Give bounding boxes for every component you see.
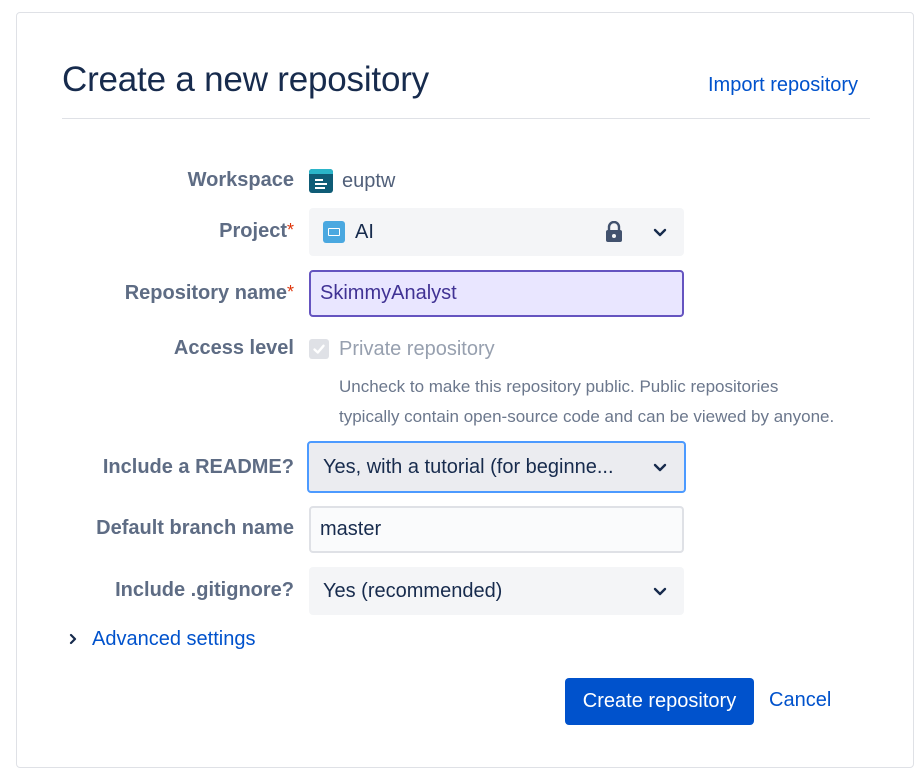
page-title: Create a new repository [62,60,429,99]
workspace-value: euptw [309,168,395,194]
default-branch-input[interactable] [309,506,684,553]
chevron-right-icon [69,633,77,645]
private-repository-label: Private repository [339,337,495,360]
folder-icon [323,221,345,243]
create-repository-button[interactable]: Create repository [565,678,754,725]
gitignore-select[interactable]: Yes (recommended) [309,567,684,615]
access-level-label: Access level [173,337,294,359]
gitignore-label: Include .gitignore? [115,579,294,601]
cancel-button[interactable]: Cancel [769,689,831,712]
chevron-down-icon [653,587,667,596]
private-repository-checkbox[interactable] [309,339,329,359]
repository-name-label: Repository name* [124,282,294,304]
readme-select[interactable]: Yes, with a tutorial (for beginne... [307,441,686,493]
project-label: Project* [219,220,294,242]
check-icon [313,344,325,354]
lock-icon [606,221,622,242]
advanced-settings-toggle[interactable]: Advanced settings [66,626,255,652]
gitignore-value: Yes (recommended) [323,579,503,602]
advanced-settings-label: Advanced settings [92,627,256,650]
repository-name-input[interactable] [309,270,684,317]
readme-value: Yes, with a tutorial (for beginne... [323,455,614,478]
project-value: AI [355,220,374,243]
workspace-icon [309,169,333,193]
readme-label: Include a README? [102,456,294,478]
chevron-down-icon [653,463,667,472]
access-level-help: Uncheck to make this repository public. … [339,377,835,426]
workspace-name: euptw [342,169,396,192]
header-divider [62,118,870,119]
required-mark: * [286,220,294,240]
workspace-label: Workspace [187,169,294,191]
required-mark: * [286,282,294,302]
chevron-down-icon [653,228,667,237]
default-branch-label: Default branch name [96,517,294,539]
private-repository-row: Private repository [309,336,495,362]
project-select[interactable]: AI [309,208,684,256]
import-repository-link[interactable]: Import repository [708,74,858,97]
